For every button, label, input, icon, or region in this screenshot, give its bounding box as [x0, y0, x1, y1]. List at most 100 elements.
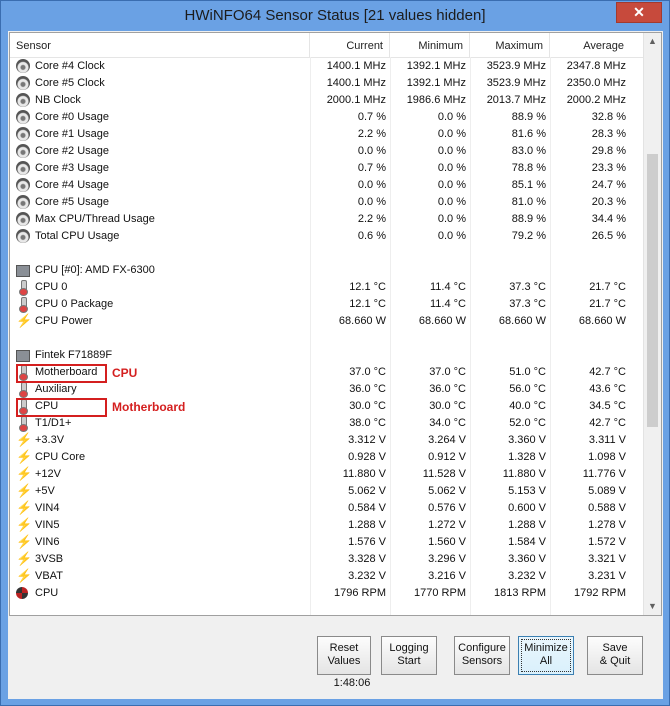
sensor-name: Core #0 Usage: [35, 111, 109, 123]
sensor-row[interactable]: Core #0 Usage 0.7 % 0.0 % 88.9 % 32.8 %: [10, 109, 644, 126]
maximum-value: 83.0 %: [511, 145, 546, 157]
maximum-value: 3523.9 MHz: [486, 60, 546, 72]
current-value: 0.0 %: [357, 196, 386, 208]
current-value: 1.288 V: [348, 519, 386, 531]
configure-sensors-label-1: Configure: [458, 642, 506, 654]
blank-row[interactable]: [10, 245, 644, 262]
average-value: 5.089 V: [588, 485, 626, 497]
logging-start-label-1: Logging: [389, 642, 429, 654]
sensor-name: VIN4: [35, 502, 60, 514]
scroll-thumb[interactable]: [647, 154, 658, 427]
minimum-value: [390, 347, 466, 364]
logging-start-button[interactable]: Logging Start: [381, 636, 437, 675]
sensor-row[interactable]: CPU 0 12.1 °C 11.4 °C 37.3 °C 21.7 °C: [10, 279, 644, 296]
scroll-up-icon[interactable]: ▲: [644, 33, 661, 50]
sensor-row[interactable]: CPU 0 Package 12.1 °C 11.4 °C 37.3 °C 21.7 °…: [10, 296, 644, 313]
sensor-row[interactable]: Core #1 Usage 2.2 % 0.0 % 81.6 % 28.3 %: [10, 126, 644, 143]
sensor-row[interactable]: Core #4 Usage 0.0 % 0.0 % 85.1 % 24.7 %: [10, 177, 644, 194]
sensor-row[interactable]: Core #4 Clock 1400.1 MHz 1392.1 MHz 3523.9 …: [10, 58, 644, 75]
sensor-row[interactable]: ⚡ +3.3V 3.312 V 3.264 V 3.360 V 3.311 V: [10, 432, 644, 449]
current-value: 0.7 %: [357, 162, 386, 174]
sensor-row[interactable]: Total CPU Usage 0.6 % 0.0 % 79.2 % 26.5 %: [10, 228, 644, 245]
sensor-row[interactable]: CPU [#0]: AMD FX-6300: [10, 262, 644, 279]
header-minimum[interactable]: Minimum: [390, 33, 470, 57]
sensor-name: Core #4 Clock: [35, 60, 105, 72]
maximum-value: 5.153 V: [508, 485, 546, 497]
maximum-value: [470, 330, 546, 347]
average-value: 23.3 %: [591, 162, 626, 174]
minimum-value: 0.912 V: [428, 451, 466, 463]
sensor-row[interactable]: Auxiliary 36.0 °C 36.0 °C 56.0 °C 43.6 °C: [10, 381, 644, 398]
minimize-all-button[interactable]: Minimize All: [518, 636, 574, 675]
minimum-value: 0.0 %: [437, 111, 466, 123]
sensor-name: VIN5: [35, 519, 60, 531]
header-current[interactable]: Current: [310, 33, 390, 57]
current-value: 2.2 %: [357, 128, 386, 140]
sensor-row[interactable]: Core #2 Usage 0.0 % 0.0 % 83.0 % 29.8 %: [10, 143, 644, 160]
sensor-row[interactable]: ⚡ VIN6 1.576 V 1.560 V 1.584 V 1.572 V: [10, 534, 644, 551]
scroll-down-icon[interactable]: ▼: [644, 598, 661, 615]
sensor-name: Core #3 Usage: [35, 162, 109, 174]
sensor-name: +5V: [35, 485, 55, 497]
average-value: [550, 262, 626, 279]
sensor-row[interactable]: CPU 1796 RPM 1770 RPM 1813 RPM 1792 RPM: [10, 585, 644, 602]
sensor-row[interactable]: ⚡ VIN4 0.584 V 0.576 V 0.600 V 0.588 V: [10, 500, 644, 517]
current-value: 68.660 W: [338, 315, 386, 327]
close-button[interactable]: ✕: [616, 2, 662, 23]
average-value: 0.588 V: [588, 502, 626, 514]
lightning-bolt-icon: ⚡: [16, 517, 33, 532]
elapsed-timer: 1:48:06: [333, 677, 371, 689]
sensor-row[interactable]: Core #3 Usage 0.7 % 0.0 % 78.8 % 23.3 %: [10, 160, 644, 177]
sensor-row[interactable]: Core #5 Usage 0.0 % 0.0 % 81.0 % 20.3 %: [10, 194, 644, 211]
configure-sensors-button[interactable]: Configure Sensors: [454, 636, 510, 675]
sensor-row[interactable]: Fintek F71889F: [10, 347, 644, 364]
header-sensor[interactable]: Sensor: [10, 33, 310, 57]
sensor-row[interactable]: ⚡ +5V 5.062 V 5.062 V 5.153 V 5.089 V: [10, 483, 644, 500]
annotation-cpu: CPU: [112, 366, 138, 380]
fan-icon: [16, 587, 28, 599]
average-value: 34.5 °C: [589, 400, 626, 412]
sensor-row[interactable]: ⚡ +12V 11.880 V 11.528 V 11.880 V 11.776 V: [10, 466, 644, 483]
sensor-name: Core #5 Clock: [35, 77, 105, 89]
save-quit-button[interactable]: Save & Quit: [587, 636, 643, 675]
average-value: [550, 330, 626, 347]
header-maximum[interactable]: Maximum: [470, 33, 550, 57]
sensor-row[interactable]: ⚡ VIN5 1.288 V 1.272 V 1.288 V 1.278 V: [10, 517, 644, 534]
sensor-row[interactable]: Max CPU/Thread Usage 2.2 % 0.0 % 88.9 % 34.4…: [10, 211, 644, 228]
configure-sensors-label-2: Sensors: [461, 655, 503, 667]
average-value: 29.8 %: [591, 145, 626, 157]
average-value: 2000.2 MHz: [566, 94, 626, 106]
sensor-list[interactable]: Sensor Current Minimum Maximum Average C…: [9, 32, 662, 616]
minimum-value: 3.264 V: [428, 434, 466, 446]
sensor-row[interactable]: T1/D1+ 38.0 °C 34.0 °C 52.0 °C 42.7 °C: [10, 415, 644, 432]
clock-gauge-icon: [16, 59, 30, 73]
minimum-value: 1770 RPM: [414, 587, 466, 599]
header-average[interactable]: Average: [550, 33, 630, 57]
sensor-row[interactable]: NB Clock 2000.1 MHz 1986.6 MHz 2013.7 MHz 20…: [10, 92, 644, 109]
clock-gauge-icon: [16, 144, 30, 158]
average-value: 26.5 %: [591, 230, 626, 242]
clock-gauge-icon: [16, 212, 30, 226]
current-value: 37.0 °C: [349, 366, 386, 378]
blank-row[interactable]: [10, 330, 644, 347]
reset-values-button[interactable]: Reset Values: [317, 636, 371, 675]
vertical-scrollbar[interactable]: ▲ ▼: [643, 33, 661, 615]
maximum-value: 2013.7 MHz: [486, 94, 546, 106]
maximum-value: [470, 347, 546, 364]
sensor-row[interactable]: ⚡ CPU Power 68.660 W 68.660 W 68.660 W 68.660…: [10, 313, 644, 330]
average-value: 2350.0 MHz: [566, 77, 626, 89]
sensor-row[interactable]: Core #5 Clock 1400.1 MHz 1392.1 MHz 3523.9 …: [10, 75, 644, 92]
sensor-name: Fintek F71889F: [35, 349, 113, 361]
reset-values-label-2: Values: [327, 655, 361, 667]
clock-gauge-icon: [16, 76, 30, 90]
sensor-row[interactable]: ⚡ VBAT 3.232 V 3.216 V 3.232 V 3.231 V: [10, 568, 644, 585]
thermometer-icon: [16, 416, 30, 432]
average-value: 43.6 °C: [589, 383, 626, 395]
sensor-row[interactable]: ⚡ 3VSB 3.328 V 3.296 V 3.360 V 3.321 V: [10, 551, 644, 568]
maximum-value: 51.0 °C: [509, 366, 546, 378]
sensor-row[interactable]: ⚡ CPU Core 0.928 V 0.912 V 1.328 V 1.098 V: [10, 449, 644, 466]
current-value: [310, 245, 386, 262]
sensor-name: CPU 0: [35, 281, 68, 293]
sensor-name: Core #1 Usage: [35, 128, 109, 140]
sensor-rows: Core #4 Clock 1400.1 MHz 1392.1 MHz 3523.9 …: [10, 58, 644, 602]
